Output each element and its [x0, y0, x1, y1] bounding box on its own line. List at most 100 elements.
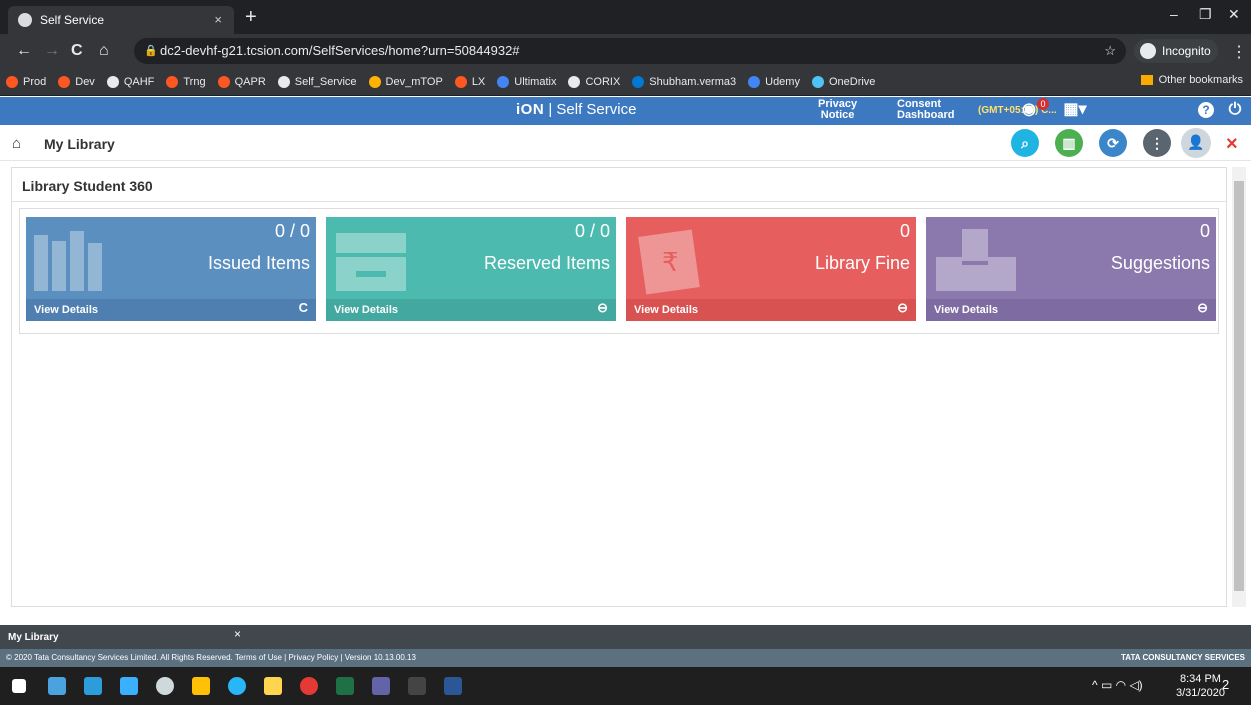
view-details-link[interactable]: View Details ⊖ — [926, 299, 1216, 321]
bookmark-icon — [497, 75, 510, 88]
taskbar-app-icon[interactable] — [84, 677, 102, 695]
file-drawer-icon — [336, 233, 406, 291]
more-options-icon[interactable]: ⋮ — [1143, 129, 1171, 157]
consent-dashboard-link[interactable]: Consent Dashboard — [897, 99, 954, 121]
taskbar-app-icon[interactable] — [48, 677, 66, 695]
close-page-button[interactable]: × — [1226, 133, 1238, 156]
avatar[interactable]: 👤 — [1181, 128, 1211, 158]
notification-badge: 0 — [1037, 98, 1049, 110]
bookmark-item[interactable]: Shubham.verma3 — [632, 75, 736, 88]
arrow-circle-icon[interactable]: ⊖ — [597, 297, 608, 319]
bookmark-item[interactable]: Trng — [166, 75, 206, 88]
taskbar-app-icon[interactable] — [120, 677, 138, 695]
arrow-circle-icon[interactable]: ⊖ — [1197, 297, 1208, 319]
bookmark-icon — [6, 75, 18, 88]
history-icon[interactable]: ⟳ — [1099, 129, 1127, 157]
library-fine-tile[interactable]: ₹ 0 Library Fine View Details ⊖ — [626, 217, 916, 321]
globe-icon — [18, 13, 32, 27]
bookmark-item[interactable]: Self_Service — [277, 75, 357, 88]
taskbar-app-icon[interactable] — [156, 677, 174, 695]
arrow-circle-icon[interactable]: ⊖ — [897, 297, 908, 319]
bookmark-label: CORIX — [585, 75, 621, 88]
menu-icon[interactable]: ⋮ — [1231, 42, 1247, 62]
clock[interactable]: 8:34 PM 3/31/2020 — [1176, 672, 1225, 700]
star-icon[interactable]: ☆ — [1104, 38, 1116, 64]
home-icon[interactable]: ⌂ — [99, 42, 109, 60]
forward-icon[interactable]: → — [44, 42, 60, 60]
other-bookmarks[interactable]: Other bookmarks — [1140, 74, 1243, 86]
taskbar-app-icon[interactable] — [408, 677, 426, 695]
back-icon[interactable]: ← — [16, 42, 32, 60]
view-details-link[interactable]: View Details C — [26, 299, 316, 321]
bookmark-label: LX — [471, 75, 486, 88]
view-details-label: View Details — [334, 304, 398, 316]
power-icon[interactable]: ⏻ — [1226, 101, 1244, 119]
scrollbar-thumb[interactable] — [1234, 181, 1244, 591]
reload-icon[interactable]: C — [71, 42, 83, 60]
panel-header: Library Student 360 — [12, 168, 1226, 202]
bookmark-icon — [106, 75, 119, 88]
home-icon[interactable]: ⌂ — [12, 135, 21, 152]
close-window-button[interactable]: ✕ — [1228, 6, 1240, 23]
search-icon[interactable]: ⌕ — [1011, 129, 1039, 157]
sticky-notes-icon[interactable] — [264, 677, 282, 695]
issued-items-tile[interactable]: 0 / 0 Issued Items View Details C — [26, 217, 316, 321]
bookmark-item[interactable]: LX — [454, 75, 486, 88]
tile-label: Issued Items — [207, 253, 310, 273]
bookmark-item[interactable]: Dev — [58, 75, 95, 88]
bookmark-item[interactable]: OneDrive — [811, 75, 875, 88]
word-icon[interactable] — [444, 677, 462, 695]
bookmark-item[interactable]: QAPR — [217, 75, 266, 88]
bookmark-item[interactable]: QAHF — [106, 75, 154, 88]
system-tray[interactable]: ^ ▭ ◠ ◁) — [1092, 678, 1143, 692]
bookmark-icon — [277, 75, 290, 88]
tab-title: Self Service — [40, 13, 105, 27]
taskbar-app-icon[interactable] — [228, 677, 246, 695]
page-title-row: ⌂ My Library ⌕ ▥ ⟳ ⋮ 👤 × — [0, 125, 1251, 161]
bookmark-item[interactable]: Dev_mTOP — [368, 75, 443, 88]
page-title: My Library — [44, 136, 115, 152]
bookmark-item[interactable]: Udemy — [748, 75, 800, 88]
footer-tab-label[interactable]: My Library — [8, 632, 59, 643]
suggestions-tile[interactable]: 0 Suggestions View Details ⊖ — [926, 217, 1216, 321]
brand-suffix: | Self Service — [548, 101, 637, 118]
browser-tab[interactable]: Self Service × — [8, 6, 234, 34]
view-details-link[interactable]: View Details ⊖ — [626, 299, 916, 321]
library-card-icon[interactable]: ▥ — [1055, 129, 1083, 157]
bookmark-item[interactable]: Prod — [6, 75, 46, 88]
tab-close-button[interactable]: × — [214, 12, 222, 27]
help-icon[interactable]: ? — [1198, 102, 1214, 118]
chrome-icon[interactable] — [300, 677, 318, 695]
windows-start-icon[interactable] — [12, 679, 26, 693]
refresh-icon[interactable]: C — [299, 297, 308, 319]
minimize-button[interactable]: – — [1170, 6, 1178, 22]
footer-tab-close[interactable]: × — [234, 627, 241, 641]
reserved-items-tile[interactable]: 0 / 0 Reserved Items View Details ⊖ — [326, 217, 616, 321]
teams-icon[interactable] — [372, 677, 390, 695]
notification-center-icon[interactable]: 2 — [1222, 677, 1229, 692]
vertical-scrollbar[interactable] — [1232, 167, 1246, 607]
restore-button[interactable]: ❐ — [1199, 6, 1212, 23]
view-details-link[interactable]: View Details ⊖ — [326, 299, 616, 321]
copyright-text: © 2020 Tata Consultancy Services Limited… — [6, 653, 416, 662]
folder-icon[interactable] — [192, 677, 210, 695]
url-input[interactable]: 🔒 dc2-devhf-g21.tcsion.com/SelfServices/… — [134, 38, 1126, 64]
bookmark-item[interactable]: CORIX — [568, 75, 621, 88]
app-header: iON | Self Service Privacy Notice Consen… — [0, 97, 1251, 125]
excel-icon[interactable] — [336, 677, 354, 695]
notification-count: 2 — [1222, 677, 1230, 692]
globe-icon[interactable]: ◉ — [1020, 101, 1038, 119]
new-tab-button[interactable]: + — [245, 6, 257, 28]
bookmark-icon — [632, 75, 645, 88]
bookmark-icon — [217, 75, 230, 88]
bookmark-icon — [166, 75, 179, 88]
privacy-notice-link[interactable]: Privacy Notice — [818, 99, 857, 121]
tile-count: 0 / 0 — [274, 221, 310, 241]
incognito-label: Incognito — [1162, 44, 1211, 58]
apps-grid-icon[interactable]: ▦▾ — [1062, 101, 1088, 119]
bookmark-icon — [454, 75, 467, 88]
tile-label: Library Fine — [814, 253, 910, 273]
incognito-badge[interactable]: Incognito — [1134, 39, 1218, 63]
bookmark-item[interactable]: Ultimatix — [497, 75, 556, 88]
clock-time: 8:34 PM — [1179, 673, 1221, 685]
